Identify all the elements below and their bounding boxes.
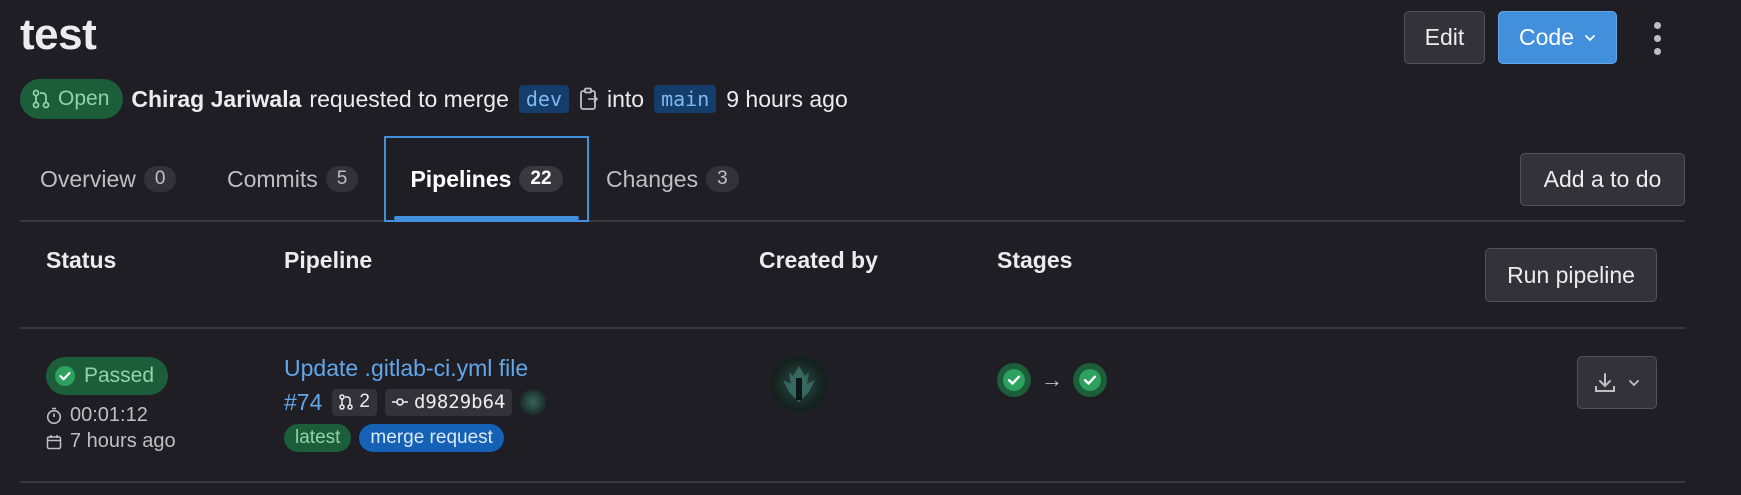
tab-overview[interactable]: Overview 0 bbox=[40, 136, 177, 222]
tab-count: 3 bbox=[706, 166, 739, 192]
pipeline-title-link[interactable]: Update .gitlab-ci.yml file bbox=[284, 355, 528, 382]
download-artifacts-button[interactable] bbox=[1577, 356, 1657, 409]
pipeline-meta: #74 2 d9829b64 bbox=[284, 387, 547, 417]
arrow-right-icon: → bbox=[1041, 367, 1063, 392]
mr-tabs: Overview 0 Commits 5 Pipelines 22 Change… bbox=[20, 136, 1685, 222]
merge-request-icon bbox=[339, 394, 354, 410]
into-text: into bbox=[606, 85, 645, 112]
row-divider bbox=[20, 327, 1685, 329]
pipeline-id-link[interactable]: #74 bbox=[284, 389, 322, 416]
tab-changes[interactable]: Changes 3 bbox=[606, 136, 739, 222]
target-branch[interactable]: main bbox=[654, 85, 717, 113]
kebab-icon[interactable] bbox=[1646, 18, 1668, 58]
avatar[interactable] bbox=[771, 356, 827, 412]
run-pipeline-button[interactable]: Run pipeline bbox=[1485, 248, 1657, 302]
status-success-icon bbox=[1003, 369, 1025, 391]
page-title: test bbox=[20, 10, 97, 59]
edit-button[interactable]: Edit bbox=[1404, 11, 1485, 64]
tag-latest: latest bbox=[284, 424, 352, 452]
chevron-down-icon bbox=[1629, 379, 1639, 386]
source-branch[interactable]: dev bbox=[518, 85, 569, 113]
commit-icon bbox=[391, 398, 408, 406]
action-text: requested to merge bbox=[309, 85, 509, 112]
tag-merge-request: merge request bbox=[359, 424, 504, 452]
commit-author-avatar[interactable] bbox=[520, 389, 547, 415]
tab-commits[interactable]: Commits 5 bbox=[227, 136, 359, 222]
stage-status-icon[interactable] bbox=[997, 363, 1031, 397]
tab-pipelines[interactable]: Pipelines 22 bbox=[384, 136, 589, 222]
copy-icon[interactable] bbox=[579, 87, 599, 111]
row-divider bbox=[20, 481, 1685, 483]
chevron-down-icon bbox=[1585, 34, 1595, 41]
commit-sha-badge[interactable]: d9829b64 bbox=[384, 388, 513, 416]
pipeline-status-badge[interactable]: Passed bbox=[46, 357, 169, 395]
mr-count-badge[interactable]: 2 bbox=[332, 388, 377, 416]
pipeline-tags: latest merge request bbox=[284, 424, 504, 452]
stage-status-icon[interactable] bbox=[1073, 363, 1107, 397]
timer-icon bbox=[46, 407, 62, 424]
mr-meta: Open Chirag Jariwala requested to merge … bbox=[20, 79, 848, 119]
code-dropdown-button[interactable]: Code bbox=[1498, 11, 1617, 64]
tab-count: 22 bbox=[519, 166, 563, 192]
add-todo-button[interactable]: Add a to do bbox=[1520, 153, 1685, 206]
column-header-created-by: Created by bbox=[759, 247, 878, 273]
pipeline-stages: → bbox=[997, 363, 1107, 397]
column-header-status: Status bbox=[46, 247, 117, 273]
pipeline-duration: 00:01:12 bbox=[46, 404, 148, 427]
status-success-icon bbox=[1079, 369, 1101, 391]
created-time: 9 hours ago bbox=[726, 85, 848, 112]
calendar-icon bbox=[46, 434, 62, 449]
tab-count: 5 bbox=[325, 166, 359, 192]
tab-count: 0 bbox=[143, 166, 177, 192]
merge-request-icon bbox=[32, 89, 50, 109]
author-link[interactable]: Chirag Jariwala bbox=[131, 86, 301, 113]
pipeline-finished: 7 hours ago bbox=[46, 430, 176, 453]
code-label: Code bbox=[1519, 24, 1574, 50]
column-header-pipeline: Pipeline bbox=[284, 247, 373, 273]
status-success-icon bbox=[55, 366, 75, 386]
column-header-stages: Stages bbox=[997, 247, 1073, 273]
status-badge: Open bbox=[20, 79, 124, 119]
download-icon bbox=[1595, 372, 1615, 392]
